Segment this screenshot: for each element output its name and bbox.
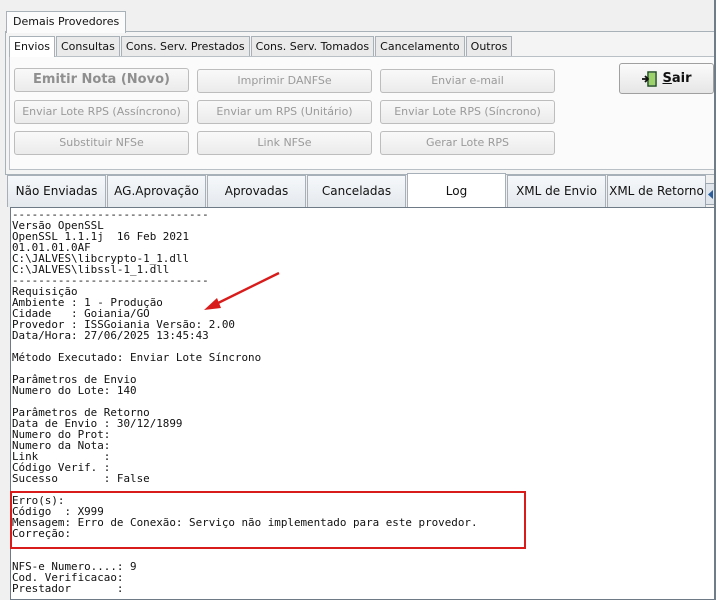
- tab-log[interactable]: Log: [407, 173, 506, 207]
- tab-demais-provedores[interactable]: Demais Provedores: [6, 11, 127, 33]
- enviar-lote-assincrono-button[interactable]: Enviar Lote RPS (Assíncrono): [14, 100, 189, 124]
- tab-nao-enviadas[interactable]: Não Enviadas: [7, 175, 106, 207]
- app-window: Demais Provedores Envios Consultas Cons.…: [0, 0, 716, 600]
- gerar-lote-button[interactable]: Gerar Lote RPS: [380, 131, 555, 155]
- tab-envios[interactable]: Envios: [9, 36, 55, 57]
- tab-aprovadas[interactable]: Aprovadas: [207, 175, 306, 207]
- sair-button[interactable]: Sair: [619, 63, 714, 94]
- tab-xml-envio[interactable]: XML de Envio: [507, 175, 606, 207]
- tab-xml-retorno[interactable]: XML de Retorno: [607, 175, 706, 207]
- tab-cons-serv-tomados[interactable]: Cons. Serv. Tomados: [250, 36, 375, 56]
- enviar-email-button[interactable]: Enviar e-mail: [380, 69, 555, 93]
- substituir-nfse-button[interactable]: Substituir NFSe: [14, 131, 189, 155]
- enviar-lote-sincrono-button[interactable]: Enviar Lote RPS (Síncrono): [380, 100, 555, 124]
- emitir-nota-button[interactable]: Emitir Nota (Novo): [14, 68, 189, 92]
- exit-door-icon: [642, 70, 658, 87]
- tab-ag-aprovacao[interactable]: AG.Aprovação: [107, 175, 206, 207]
- annotation-arrow-icon: [204, 271, 280, 310]
- tab-canceladas[interactable]: Canceladas: [307, 175, 406, 207]
- tab-cons-serv-prestados[interactable]: Cons. Serv. Prestados: [120, 36, 250, 56]
- link-nfse-button[interactable]: Link NFSe: [197, 131, 372, 155]
- operations-tab-bar: Envios Consultas Cons. Serv. Prestados C…: [9, 36, 513, 57]
- tab-cancelamento[interactable]: Cancelamento: [375, 36, 465, 56]
- log-tab-bar: Não Enviadas AG.Aprovação Aprovadas Canc…: [7, 173, 707, 208]
- sair-label: Sair: [662, 71, 692, 86]
- error-highlight-box: [10, 491, 526, 549]
- tab-outros[interactable]: Outros: [465, 36, 513, 56]
- imprimir-danfse-button[interactable]: Imprimir DANFSe: [197, 69, 372, 93]
- tab-consultas[interactable]: Consultas: [55, 36, 120, 56]
- enviar-um-rps-button[interactable]: Enviar um RPS (Unitário): [197, 100, 372, 124]
